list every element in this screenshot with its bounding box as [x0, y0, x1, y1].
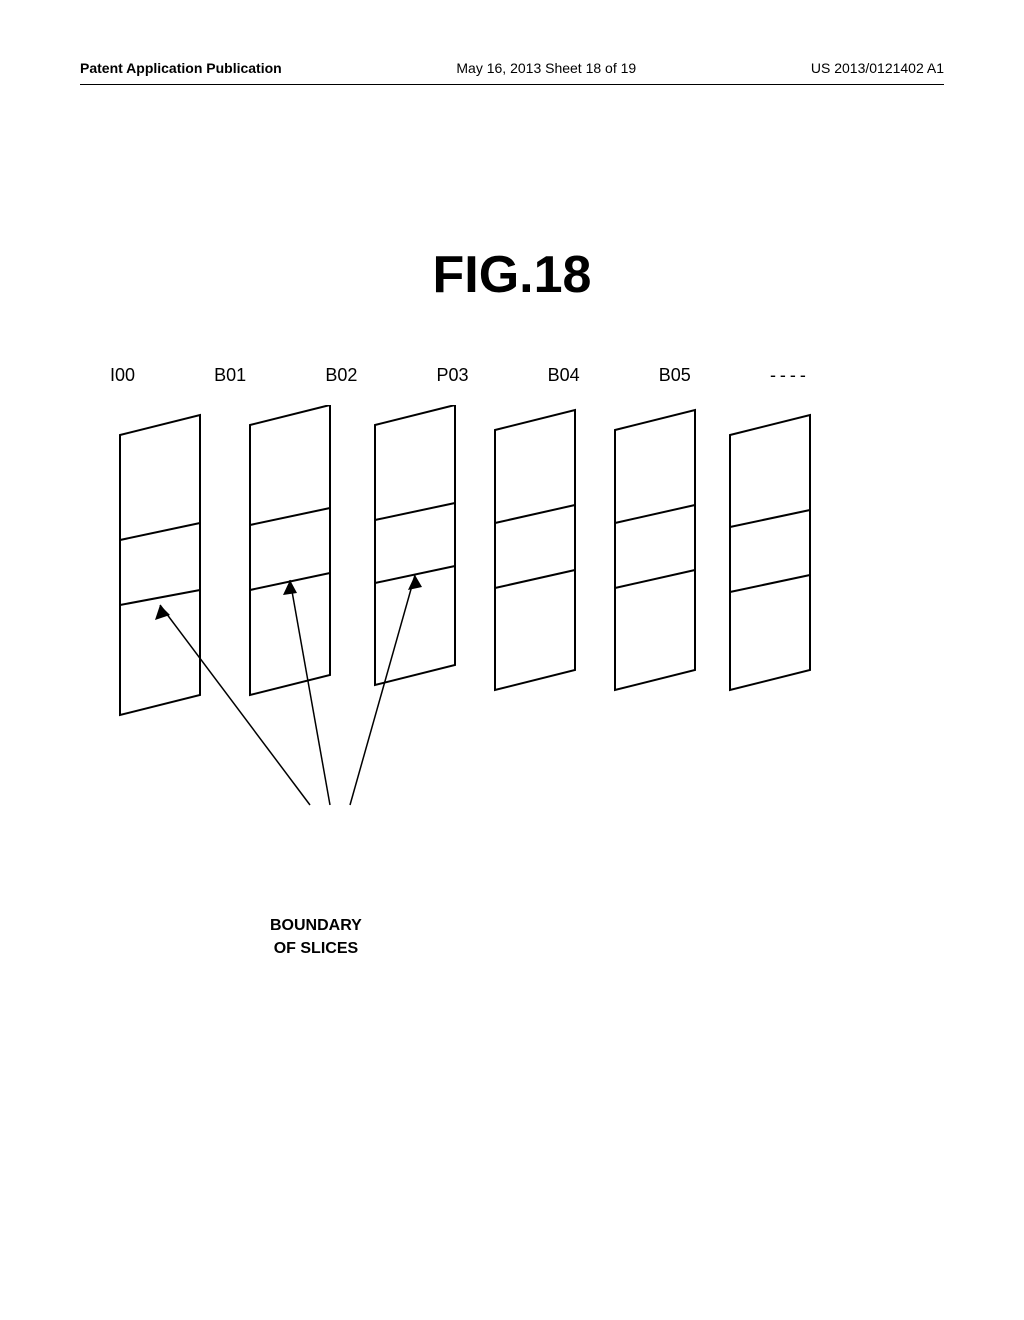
frames-diagram [90, 405, 950, 865]
label-i00: I00 [110, 365, 135, 386]
label-b04: B04 [548, 365, 580, 386]
figure-title-area: FIG.18 [80, 245, 944, 305]
label-b05: B05 [659, 365, 691, 386]
label-b02: B02 [325, 365, 357, 386]
label-b01: B01 [214, 365, 246, 386]
frame-p03 [495, 410, 575, 690]
boundary-line1: BOUNDARY [270, 917, 362, 934]
frame-i00 [120, 415, 200, 715]
frame-b02 [375, 405, 455, 685]
header-publication-type: Patent Application Publication [80, 60, 282, 76]
diagram-area: I00 B01 B02 P03 B04 B05 ---- [80, 365, 944, 965]
label-p03: P03 [436, 365, 468, 386]
header-date-sheet: May 16, 2013 Sheet 18 of 19 [456, 60, 636, 76]
page: Patent Application Publication May 16, 2… [0, 0, 1024, 1320]
label-more: ---- [770, 365, 810, 386]
header-patent-number: US 2013/0121402 A1 [811, 60, 944, 76]
frame-b04 [615, 410, 695, 690]
frame-b05 [730, 415, 810, 690]
page-header: Patent Application Publication May 16, 2… [80, 60, 944, 85]
boundary-line2: OF SLICES [274, 940, 358, 957]
figure-title-text: FIG.18 [433, 246, 592, 304]
frame-b01 [250, 405, 330, 695]
boundary-label: BOUNDARY OF SLICES [270, 915, 362, 960]
